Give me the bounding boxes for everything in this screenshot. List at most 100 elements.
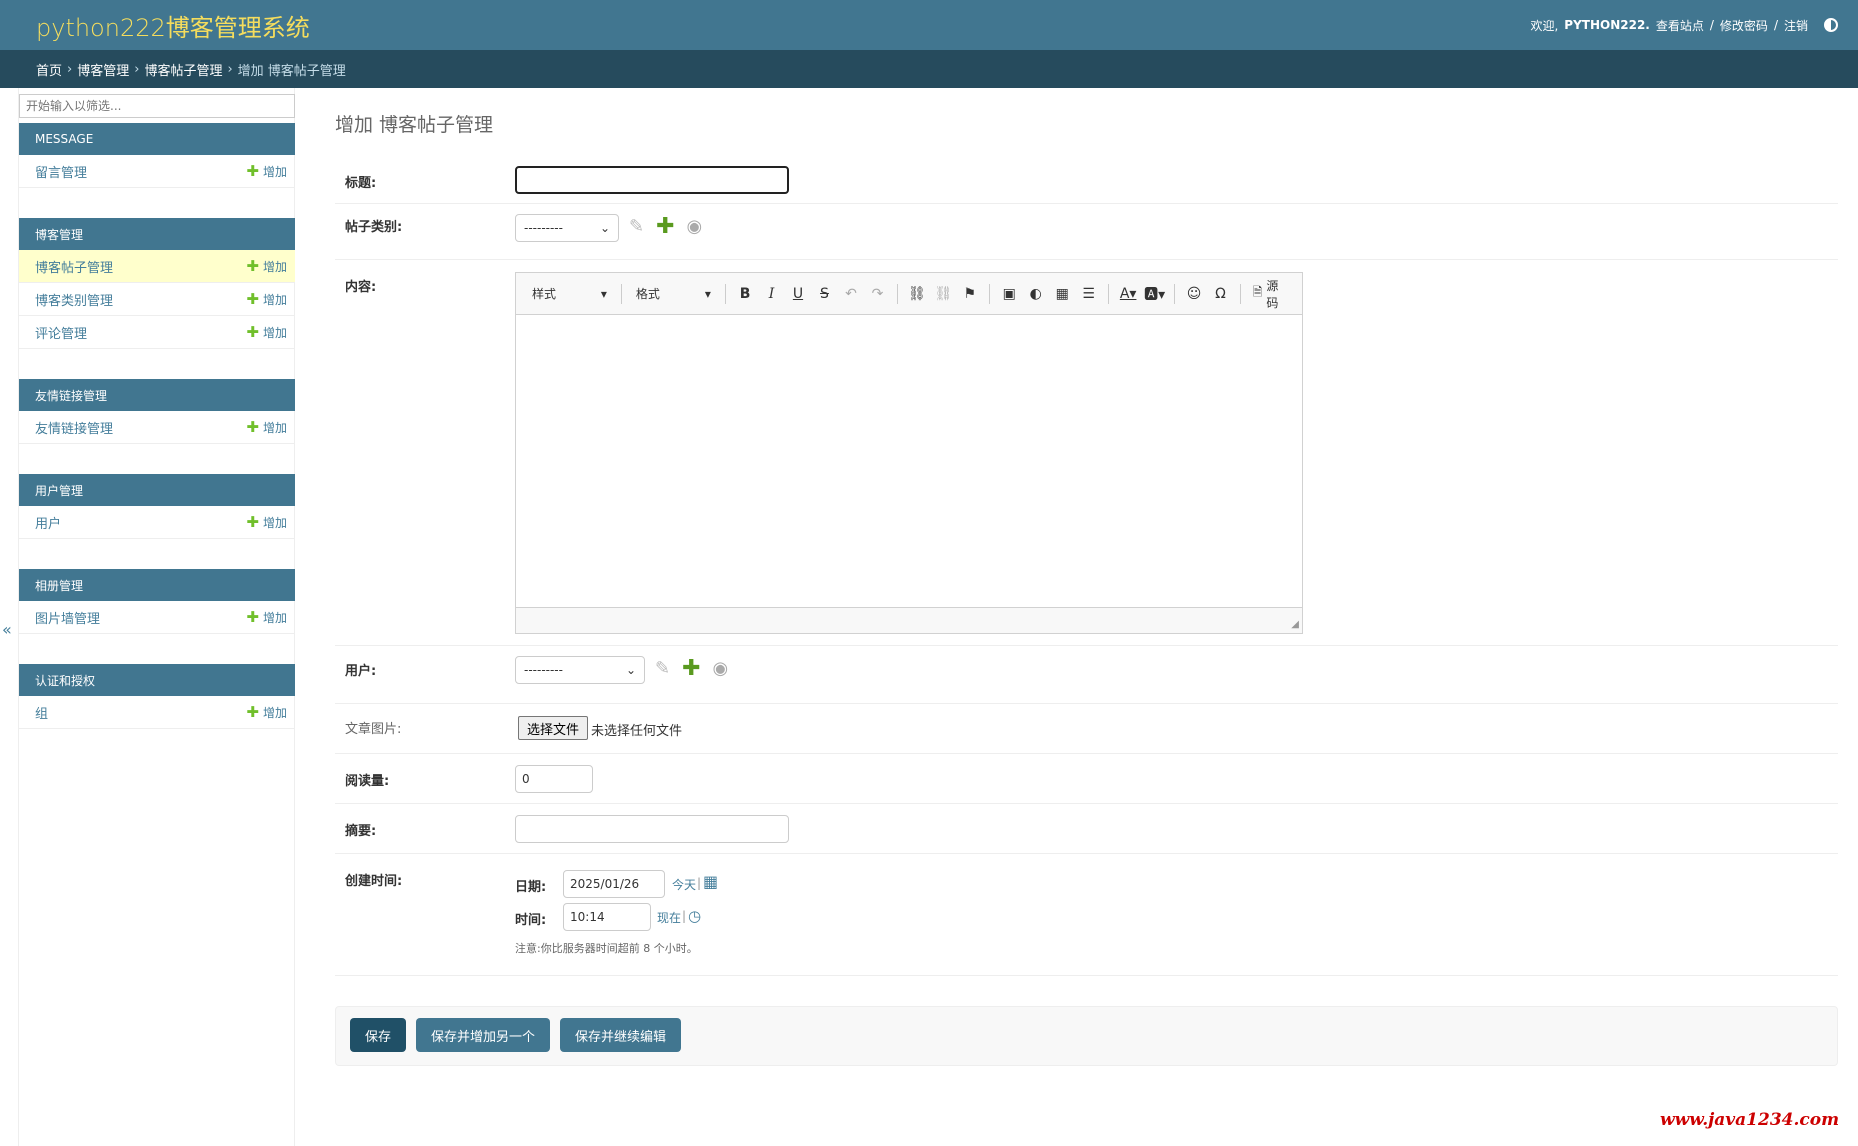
anchor-flag-icon[interactable]: ⚑ (959, 282, 981, 306)
source-button[interactable]: 🗎 源码 (1249, 277, 1292, 311)
user-select[interactable]: --------- ⌄ (515, 656, 645, 684)
unlink-icon[interactable]: ⛓ (932, 282, 954, 306)
link-icon[interactable]: ⛓ (906, 282, 928, 306)
model-link[interactable]: 友情链接管理 (35, 418, 113, 437)
editor-body[interactable] (516, 316, 1302, 608)
breadcrumb-current: 增加 博客帖子管理 (237, 63, 346, 79)
eye-icon[interactable]: ◉ (687, 216, 703, 237)
table-icon[interactable]: ▦ (1051, 282, 1073, 306)
calendar-icon[interactable]: ▦ (703, 872, 718, 891)
redo-icon[interactable]: ↷ (866, 282, 888, 306)
underline-icon[interactable]: U (787, 282, 809, 306)
model-link[interactable]: 博客类别管理 (35, 290, 113, 309)
app-module-blog: 博客管理 博客帖子管理 ✚ 增加 博客类别管理 ✚ 增加 评论管理 ✚ 增加 (19, 218, 295, 349)
model-link[interactable]: 图片墙管理 (35, 608, 100, 627)
eye-icon[interactable]: ◉ (713, 658, 729, 679)
timezone-note: 注意:你比服务器时间超前 8 个小时。 (515, 942, 698, 955)
bold-icon[interactable]: B (734, 282, 756, 306)
strikethrough-icon[interactable]: S (813, 282, 835, 306)
toggle-nav-sidebar-button[interactable]: « (2, 620, 12, 639)
flash-icon[interactable]: ◐ (1025, 282, 1047, 306)
site-name[interactable]: python222博客管理系统 (36, 8, 310, 43)
add-link[interactable]: ✚ 增加 (246, 513, 287, 531)
app-caption[interactable]: MESSAGE (19, 123, 295, 155)
time-input[interactable] (563, 903, 651, 931)
image-label: 文章图片: (345, 722, 402, 737)
app-caption[interactable]: 用户管理 (19, 474, 295, 506)
logout-link[interactable]: 注销 (1784, 17, 1808, 34)
text-color-icon[interactable]: A▾ (1117, 282, 1139, 306)
user-tools: 欢迎, PYTHON222. 查看站点 / 修改密码 / 注销 (1530, 17, 1838, 34)
plus-icon[interactable]: ✚ (656, 214, 674, 239)
format-combo[interactable]: 格式 ▾ (630, 282, 717, 306)
plus-icon[interactable]: ✚ (682, 656, 700, 681)
horizontal-rule-icon[interactable]: ☰ (1077, 282, 1099, 306)
breadcrumb-model[interactable]: 博客帖子管理 (144, 60, 222, 79)
add-link[interactable]: ✚ 增加 (246, 608, 287, 626)
smiley-icon[interactable]: ☺ (1183, 282, 1205, 306)
form-row-category: 帖子类别: --------- ⌄ ✎ ✚ ◉ (335, 204, 1838, 260)
now-link[interactable]: 现在 (657, 909, 681, 926)
app-module-album: 相册管理 图片墙管理 ✚ 增加 (19, 569, 295, 634)
app-caption[interactable]: 相册管理 (19, 569, 295, 601)
clock-icon[interactable]: ◷ (688, 907, 701, 925)
model-link[interactable]: 博客帖子管理 (35, 257, 113, 276)
title-input[interactable] (515, 166, 789, 194)
breadcrumb-home[interactable]: 首页 (36, 60, 62, 79)
nav-sidebar: MESSAGE 留言管理 ✚增加 博客管理 博客帖子管理 ✚增加 博客类别管理 … (18, 88, 295, 1146)
app-caption[interactable]: 认证和授权 (19, 664, 295, 696)
source-icon: 🗎 (1252, 285, 1263, 299)
views-input[interactable] (515, 765, 593, 793)
pencil-icon[interactable]: ✎ (629, 216, 644, 237)
add-link[interactable]: ✚ 增加 (246, 418, 287, 436)
add-link[interactable]: ✚ 增加 (246, 162, 287, 180)
model-link[interactable]: 组 (35, 703, 48, 722)
model-link[interactable]: 评论管理 (35, 323, 87, 342)
theme-toggle-icon[interactable] (1824, 18, 1838, 32)
chevron-down-icon: ⌄ (599, 221, 610, 235)
save-button[interactable]: 保存 (350, 1018, 406, 1052)
category-select[interactable]: --------- ⌄ (515, 214, 619, 242)
styles-combo[interactable]: 样式 ▾ (526, 282, 613, 306)
form-row-content: 内容: 样式 ▾ 格式 ▾ B I U S ↶ ↷ ⛓ ⛓ ⚑ ▣ ◐ ▦ ☰ … (335, 260, 1838, 646)
toolbar-separator (896, 283, 898, 304)
view-site-link[interactable]: 查看站点 (1656, 17, 1704, 34)
add-link[interactable]: ✚ 增加 (246, 323, 287, 341)
plus-icon: ✚ (246, 703, 259, 721)
add-label: 增加 (262, 325, 287, 340)
image-icon[interactable]: ▣ (998, 282, 1020, 306)
summary-input[interactable] (515, 815, 789, 843)
created-label: 创建时间: (345, 874, 403, 889)
save-continue-button[interactable]: 保存并继续编辑 (560, 1018, 681, 1052)
special-char-icon[interactable]: Ω (1209, 282, 1231, 306)
app-caption[interactable]: 友情链接管理 (19, 379, 295, 411)
app-caption[interactable]: 博客管理 (19, 218, 295, 250)
link-separator: | (682, 909, 687, 923)
breadcrumb-sep: › (227, 61, 233, 77)
app-module-auth: 认证和授权 组 ✚ 增加 (19, 664, 295, 729)
change-password-link[interactable]: 修改密码 (1720, 17, 1768, 34)
add-link[interactable]: ✚ 增加 (246, 290, 287, 308)
choose-file-button[interactable]: 选择文件 (518, 716, 589, 740)
italic-icon[interactable]: I (760, 282, 782, 306)
undo-icon[interactable]: ↶ (840, 282, 862, 306)
sidebar-item-comment: 评论管理 ✚ 增加 (19, 316, 295, 349)
caret-down-icon: ▾ (704, 286, 711, 301)
model-link[interactable]: 用户 (35, 513, 61, 532)
nav-filter-input[interactable] (19, 94, 295, 118)
resize-handle-icon[interactable]: ◢ (1291, 619, 1299, 630)
add-link[interactable]: ✚ 增加 (246, 257, 287, 275)
pencil-icon[interactable]: ✎ (655, 658, 670, 679)
breadcrumb-app[interactable]: 博客管理 (77, 60, 129, 79)
add-link[interactable]: ✚ 增加 (246, 703, 287, 721)
today-link[interactable]: 今天 (672, 876, 696, 893)
add-label: 增加 (262, 705, 287, 720)
watermark: www.java1234.com (1660, 1110, 1840, 1130)
date-input[interactable] (563, 870, 665, 898)
background-color-icon[interactable]: 🅰▾ (1143, 282, 1165, 306)
toolbar-separator (989, 283, 991, 304)
save-add-another-button[interactable]: 保存并增加另一个 (416, 1018, 550, 1052)
category-related-actions: ✎ ✚ ◉ (629, 214, 702, 239)
model-link[interactable]: 留言管理 (35, 162, 87, 181)
views-label: 阅读量: (345, 774, 390, 789)
